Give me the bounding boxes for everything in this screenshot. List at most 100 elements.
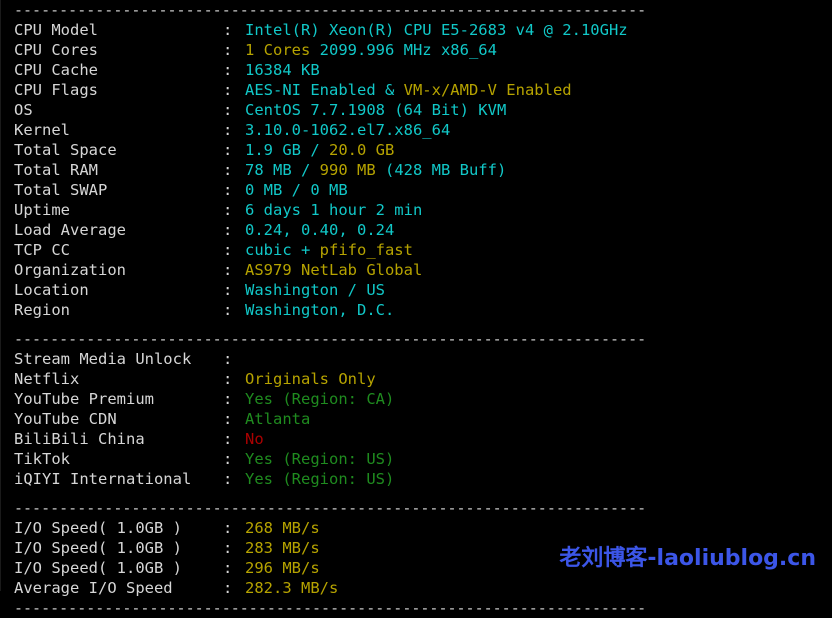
- output-row: Location:Washington / US: [0, 280, 832, 300]
- output-row: CPU Flags:AES-NI Enabled & VM-x/AMD-V En…: [0, 80, 832, 100]
- separator-line: ----------------------------------------…: [0, 329, 832, 349]
- row-colon: :: [223, 240, 245, 260]
- output-row: Region:Washington, D.C.: [0, 300, 832, 320]
- row-colon: :: [223, 40, 245, 60]
- row-value: Washington / US: [245, 280, 385, 300]
- row-label: OS: [14, 100, 223, 120]
- row-label: CPU Cores: [14, 40, 223, 60]
- output-row: Total SWAP:0 MB / 0 MB: [0, 180, 832, 200]
- row-label: Location: [14, 280, 223, 300]
- output-row: Uptime:6 days 1 hour 2 min: [0, 200, 832, 220]
- row-colon: :: [223, 409, 245, 429]
- row-label: Total SWAP: [14, 180, 223, 200]
- row-value: AS979 NetLab Global: [245, 260, 422, 280]
- row-value: Intel(R) Xeon(R) CPU E5-2683 v4 @ 2.10GH…: [245, 20, 628, 40]
- output-row: BiliBili China:No: [0, 429, 832, 449]
- row-colon: :: [223, 20, 245, 40]
- row-colon: :: [223, 389, 245, 409]
- row-colon: :: [223, 160, 245, 180]
- row-label: Region: [14, 300, 223, 320]
- row-colon: :: [223, 558, 245, 578]
- row-label: YouTube CDN: [14, 409, 223, 429]
- row-label: I/O Speed( 1.0GB ): [14, 538, 223, 558]
- row-value: 296 MB/s: [245, 558, 320, 578]
- row-value: No: [245, 429, 264, 449]
- row-value: AES-NI Enabled &: [245, 80, 404, 100]
- row-label: YouTube Premium: [14, 389, 223, 409]
- output-row: TikTok:Yes (Region: US): [0, 449, 832, 469]
- row-label: Average I/O Speed: [14, 578, 223, 598]
- output-row: CPU Cores:1 Cores 2099.996 MHz x86_64: [0, 40, 832, 60]
- row-colon: :: [223, 120, 245, 140]
- row-label: CPU Cache: [14, 60, 223, 80]
- output-row: YouTube CDN:Atlanta: [0, 409, 832, 429]
- row-colon: :: [223, 220, 245, 240]
- output-row: Load Average:0.24, 0.40, 0.24: [0, 220, 832, 240]
- row-value: CentOS 7.7.1908 (64 Bit) KVM: [245, 100, 506, 120]
- row-value: 268 MB/s: [245, 518, 320, 538]
- row-colon: :: [223, 578, 245, 598]
- row-value: cubic +: [245, 240, 320, 260]
- output-row: Netflix:Originals Only: [0, 369, 832, 389]
- row-colon: :: [223, 349, 245, 369]
- row-colon: :: [223, 429, 245, 449]
- output-row: Organization:AS979 NetLab Global: [0, 260, 832, 280]
- row-value: VM-x/AMD-V Enabled: [404, 80, 572, 100]
- row-label: Netflix: [14, 369, 223, 389]
- row-value: 282.3 MB/s: [245, 578, 338, 598]
- row-label: Uptime: [14, 200, 223, 220]
- row-value: 20.0 GB: [329, 140, 394, 160]
- row-value: 0 MB / 0 MB: [245, 180, 348, 200]
- row-value: Yes (Region: CA): [245, 389, 394, 409]
- row-value: Originals Only: [245, 369, 376, 389]
- row-colon: :: [223, 449, 245, 469]
- row-colon: :: [223, 538, 245, 558]
- row-label: iQIYI International: [14, 469, 223, 489]
- row-label: Stream Media Unlock: [14, 349, 223, 369]
- row-value: 1 Cores: [245, 40, 310, 60]
- row-colon: :: [223, 469, 245, 489]
- row-colon: :: [223, 369, 245, 389]
- row-colon: :: [223, 200, 245, 220]
- terminal-window: ----------------------------------------…: [0, 0, 832, 591]
- row-colon: :: [223, 518, 245, 538]
- output-row: iQIYI International:Yes (Region: US): [0, 469, 832, 489]
- output-row: Average I/O Speed:282.3 MB/s: [0, 578, 832, 598]
- row-colon: :: [223, 60, 245, 80]
- site-watermark: 老刘博客-laoliublog.cn: [559, 540, 816, 572]
- row-value: Yes (Region: US): [245, 469, 394, 489]
- row-label: CPU Flags: [14, 80, 223, 100]
- row-label: Total Space: [14, 140, 223, 160]
- row-label: I/O Speed( 1.0GB ): [14, 518, 223, 538]
- row-colon: :: [223, 140, 245, 160]
- row-value: pfifo_fast: [320, 240, 413, 260]
- row-colon: :: [223, 100, 245, 120]
- row-label: CPU Model: [14, 20, 223, 40]
- spacer: [0, 489, 832, 498]
- row-value: 990 MB: [320, 160, 376, 180]
- row-label: TCP CC: [14, 240, 223, 260]
- row-value: 283 MB/s: [245, 538, 320, 558]
- output-row: I/O Speed( 1.0GB ):268 MB/s: [0, 518, 832, 538]
- output-row: TCP CC:cubic + pfifo_fast: [0, 240, 832, 260]
- separator-line: ----------------------------------------…: [0, 598, 832, 618]
- row-value: 2099.996 MHz x86_64: [310, 40, 497, 60]
- row-colon: :: [223, 280, 245, 300]
- row-colon: :: [223, 300, 245, 320]
- row-value: 3.10.0-1062.el7.x86_64: [245, 120, 450, 140]
- row-value: 16384 KB: [245, 60, 320, 80]
- row-value: Yes (Region: US): [245, 449, 394, 469]
- row-colon: :: [223, 260, 245, 280]
- terminal-output: ----------------------------------------…: [0, 0, 832, 618]
- output-row: Total RAM:78 MB / 990 MB (428 MB Buff): [0, 160, 832, 180]
- output-row: OS:CentOS 7.7.1908 (64 Bit) KVM: [0, 100, 832, 120]
- row-value: 6 days 1 hour 2 min: [245, 200, 422, 220]
- output-row: CPU Model:Intel(R) Xeon(R) CPU E5-2683 v…: [0, 20, 832, 40]
- output-row: Total Space:1.9 GB / 20.0 GB: [0, 140, 832, 160]
- row-label: Load Average: [14, 220, 223, 240]
- row-value: 1.9 GB /: [245, 140, 329, 160]
- output-row: Kernel:3.10.0-1062.el7.x86_64: [0, 120, 832, 140]
- row-value: 0.24, 0.40, 0.24: [245, 220, 394, 240]
- row-value: 78 MB /: [245, 160, 320, 180]
- row-value: Atlanta: [245, 409, 310, 429]
